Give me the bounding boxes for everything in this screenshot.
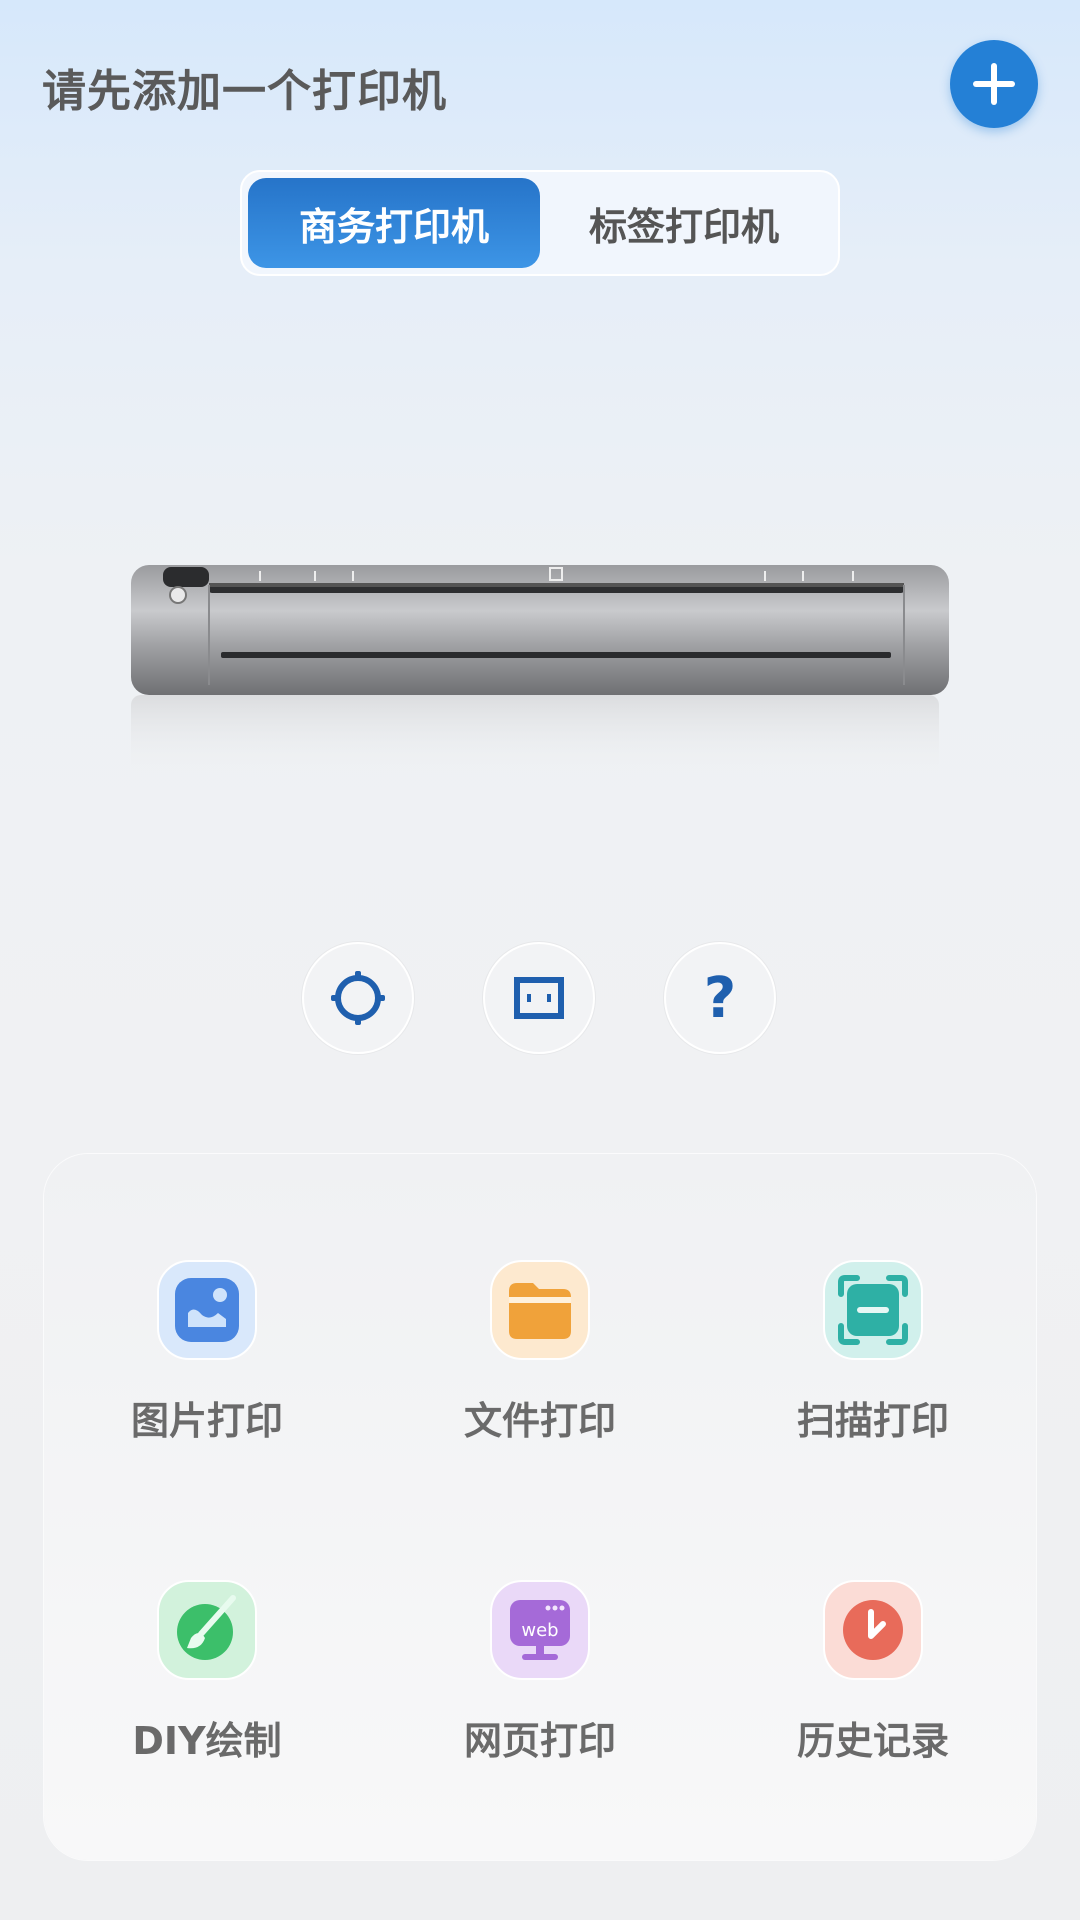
image-icon	[175, 1278, 239, 1342]
scan-icon	[838, 1275, 908, 1345]
feature-scan-print[interactable]: 扫描打印	[723, 1260, 1023, 1480]
svg-text:web: web	[521, 1620, 558, 1641]
add-printer-button[interactable]	[950, 40, 1038, 128]
printer-image	[131, 565, 949, 775]
tab-business-printer[interactable]: 商务打印机	[248, 178, 540, 268]
paper-size-button[interactable]	[483, 942, 595, 1054]
feature-image-print[interactable]: 图片打印	[57, 1260, 357, 1480]
paint-brush-icon	[177, 1595, 236, 1660]
folder-icon-box	[490, 1260, 590, 1360]
scan-icon-box	[823, 1260, 923, 1360]
feature-label: 图片打印	[130, 1399, 283, 1443]
clock-icon	[843, 1600, 903, 1660]
settings-icon	[331, 971, 385, 1025]
feature-diy-draw[interactable]: DIY绘制	[57, 1580, 357, 1800]
feature-file-print[interactable]: 文件打印	[390, 1260, 690, 1480]
feature-label: 网页打印	[463, 1719, 616, 1763]
feature-label: 扫描打印	[796, 1399, 949, 1443]
web-icon: web	[510, 1600, 570, 1660]
printer-type-tabs: 商务打印机 标签打印机	[240, 170, 840, 276]
feature-label: DIY绘制	[132, 1719, 282, 1763]
feature-web-print[interactable]: web 网页打印	[390, 1580, 690, 1800]
help-button[interactable]: ?	[664, 942, 776, 1054]
tab-label-printer[interactable]: 标签打印机	[538, 178, 830, 268]
help-icon: ?	[703, 965, 737, 1031]
feature-label: 文件打印	[463, 1399, 616, 1443]
image-icon-box	[157, 1260, 257, 1360]
feature-label: 历史记录	[796, 1719, 949, 1763]
printer-settings-button[interactable]	[302, 942, 414, 1054]
web-icon-box: web	[490, 1580, 590, 1680]
feature-panel: 图片打印 文件打印 扫描打印 DIY绘制 web 网页打印 历史记录	[44, 1154, 1036, 1860]
paper-size-icon	[514, 977, 564, 1019]
clock-icon-box	[823, 1580, 923, 1680]
paint-icon-box	[157, 1580, 257, 1680]
folder-icon	[509, 1283, 571, 1339]
feature-history[interactable]: 历史记录	[723, 1580, 1023, 1800]
page-title: 请先添加一个打印机	[42, 66, 447, 117]
plus-icon	[973, 63, 1015, 105]
